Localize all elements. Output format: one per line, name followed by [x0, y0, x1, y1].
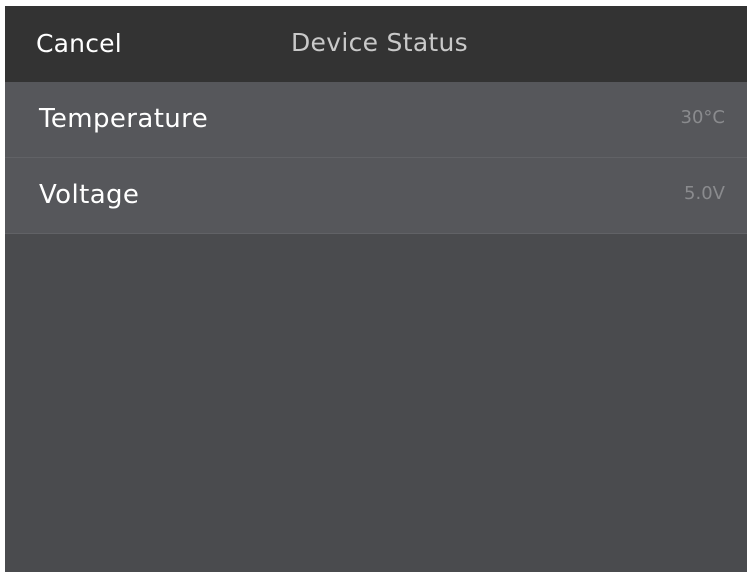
- page-title: Device Status: [291, 28, 469, 57]
- navigation-bar: Cancel Device Status: [5, 6, 747, 82]
- status-list: Temperature 30°C Voltage 5.0V: [5, 82, 747, 234]
- status-row-voltage[interactable]: Voltage 5.0V: [5, 158, 747, 234]
- device-status-screen: Cancel Device Status Temperature 30°C Vo…: [5, 6, 747, 572]
- temperature-value: 30°C: [680, 107, 725, 128]
- status-row-temperature[interactable]: Temperature 30°C: [5, 82, 747, 158]
- temperature-label: Temperature: [39, 104, 209, 134]
- cancel-button[interactable]: Cancel: [36, 26, 122, 62]
- voltage-label: Voltage: [39, 180, 140, 210]
- voltage-value: 5.0V: [684, 183, 725, 204]
